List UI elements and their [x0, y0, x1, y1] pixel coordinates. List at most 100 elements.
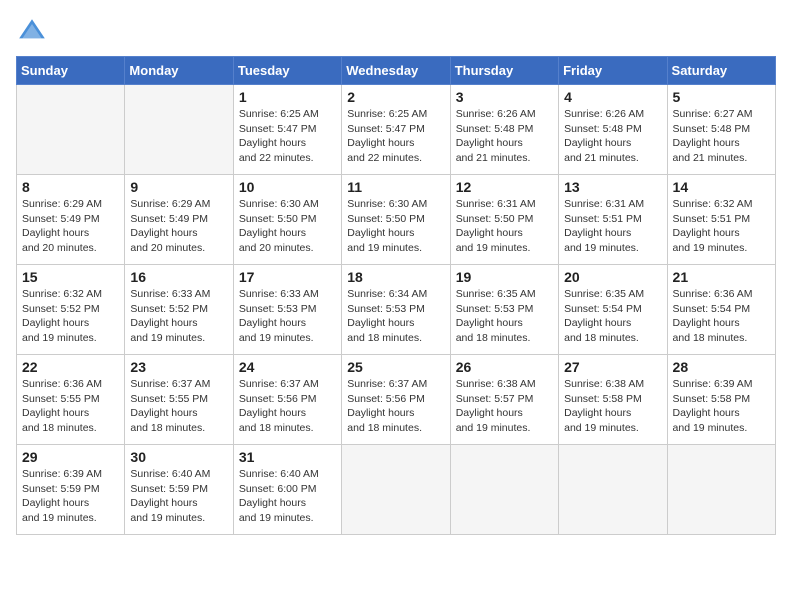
day-info: Sunrise: 6:29 AM Sunset: 5:49 PM Dayligh… [130, 197, 227, 256]
day-number: 11 [347, 179, 444, 195]
dow-header: Monday [125, 57, 233, 85]
calendar-body: 1 Sunrise: 6:25 AM Sunset: 5:47 PM Dayli… [17, 85, 776, 535]
day-number: 12 [456, 179, 553, 195]
day-number: 17 [239, 269, 336, 285]
calendar-cell: 20 Sunrise: 6:35 AM Sunset: 5:54 PM Dayl… [559, 265, 667, 355]
day-number: 21 [673, 269, 770, 285]
calendar-cell: 3 Sunrise: 6:26 AM Sunset: 5:48 PM Dayli… [450, 85, 558, 175]
calendar-cell: 18 Sunrise: 6:34 AM Sunset: 5:53 PM Dayl… [342, 265, 450, 355]
day-number: 31 [239, 449, 336, 465]
day-info: Sunrise: 6:35 AM Sunset: 5:53 PM Dayligh… [456, 287, 553, 346]
calendar-cell [667, 445, 775, 535]
calendar-cell: 29 Sunrise: 6:39 AM Sunset: 5:59 PM Dayl… [17, 445, 125, 535]
calendar-cell: 5 Sunrise: 6:27 AM Sunset: 5:48 PM Dayli… [667, 85, 775, 175]
day-number: 26 [456, 359, 553, 375]
calendar-cell: 13 Sunrise: 6:31 AM Sunset: 5:51 PM Dayl… [559, 175, 667, 265]
day-info: Sunrise: 6:26 AM Sunset: 5:48 PM Dayligh… [564, 107, 661, 166]
day-info: Sunrise: 6:30 AM Sunset: 5:50 PM Dayligh… [347, 197, 444, 256]
calendar-cell: 8 Sunrise: 6:29 AM Sunset: 5:49 PM Dayli… [17, 175, 125, 265]
day-number: 1 [239, 89, 336, 105]
day-info: Sunrise: 6:30 AM Sunset: 5:50 PM Dayligh… [239, 197, 336, 256]
dow-header: Saturday [667, 57, 775, 85]
day-info: Sunrise: 6:39 AM Sunset: 5:58 PM Dayligh… [673, 377, 770, 436]
calendar-cell: 15 Sunrise: 6:32 AM Sunset: 5:52 PM Dayl… [17, 265, 125, 355]
calendar-cell: 2 Sunrise: 6:25 AM Sunset: 5:47 PM Dayli… [342, 85, 450, 175]
day-number: 20 [564, 269, 661, 285]
day-info: Sunrise: 6:34 AM Sunset: 5:53 PM Dayligh… [347, 287, 444, 346]
calendar-table: SundayMondayTuesdayWednesdayThursdayFrid… [16, 56, 776, 535]
day-info: Sunrise: 6:38 AM Sunset: 5:58 PM Dayligh… [564, 377, 661, 436]
days-of-week-row: SundayMondayTuesdayWednesdayThursdayFrid… [17, 57, 776, 85]
day-number: 14 [673, 179, 770, 195]
day-number: 2 [347, 89, 444, 105]
day-number: 13 [564, 179, 661, 195]
day-info: Sunrise: 6:36 AM Sunset: 5:54 PM Dayligh… [673, 287, 770, 346]
day-info: Sunrise: 6:25 AM Sunset: 5:47 PM Dayligh… [347, 107, 444, 166]
day-number: 24 [239, 359, 336, 375]
logo-icon [16, 16, 48, 48]
calendar-cell: 31 Sunrise: 6:40 AM Sunset: 6:00 PM Dayl… [233, 445, 341, 535]
dow-header: Friday [559, 57, 667, 85]
day-info: Sunrise: 6:36 AM Sunset: 5:55 PM Dayligh… [22, 377, 119, 436]
day-number: 15 [22, 269, 119, 285]
calendar-cell: 23 Sunrise: 6:37 AM Sunset: 5:55 PM Dayl… [125, 355, 233, 445]
calendar-cell [450, 445, 558, 535]
dow-header: Sunday [17, 57, 125, 85]
day-number: 28 [673, 359, 770, 375]
calendar-week-row: 15 Sunrise: 6:32 AM Sunset: 5:52 PM Dayl… [17, 265, 776, 355]
calendar-cell [342, 445, 450, 535]
dow-header: Tuesday [233, 57, 341, 85]
calendar-cell: 17 Sunrise: 6:33 AM Sunset: 5:53 PM Dayl… [233, 265, 341, 355]
day-number: 19 [456, 269, 553, 285]
day-info: Sunrise: 6:25 AM Sunset: 5:47 PM Dayligh… [239, 107, 336, 166]
day-info: Sunrise: 6:33 AM Sunset: 5:53 PM Dayligh… [239, 287, 336, 346]
day-info: Sunrise: 6:39 AM Sunset: 5:59 PM Dayligh… [22, 467, 119, 526]
day-info: Sunrise: 6:27 AM Sunset: 5:48 PM Dayligh… [673, 107, 770, 166]
day-info: Sunrise: 6:29 AM Sunset: 5:49 PM Dayligh… [22, 197, 119, 256]
logo [16, 16, 52, 48]
calendar-cell: 27 Sunrise: 6:38 AM Sunset: 5:58 PM Dayl… [559, 355, 667, 445]
day-info: Sunrise: 6:40 AM Sunset: 5:59 PM Dayligh… [130, 467, 227, 526]
calendar-week-row: 22 Sunrise: 6:36 AM Sunset: 5:55 PM Dayl… [17, 355, 776, 445]
day-number: 10 [239, 179, 336, 195]
day-number: 4 [564, 89, 661, 105]
day-number: 29 [22, 449, 119, 465]
day-info: Sunrise: 6:37 AM Sunset: 5:56 PM Dayligh… [239, 377, 336, 436]
dow-header: Thursday [450, 57, 558, 85]
day-number: 8 [22, 179, 119, 195]
calendar-week-row: 29 Sunrise: 6:39 AM Sunset: 5:59 PM Dayl… [17, 445, 776, 535]
calendar-cell: 16 Sunrise: 6:33 AM Sunset: 5:52 PM Dayl… [125, 265, 233, 355]
day-info: Sunrise: 6:32 AM Sunset: 5:52 PM Dayligh… [22, 287, 119, 346]
calendar-cell: 22 Sunrise: 6:36 AM Sunset: 5:55 PM Dayl… [17, 355, 125, 445]
day-number: 9 [130, 179, 227, 195]
calendar-cell: 26 Sunrise: 6:38 AM Sunset: 5:57 PM Dayl… [450, 355, 558, 445]
page-header [16, 16, 776, 48]
calendar-cell: 24 Sunrise: 6:37 AM Sunset: 5:56 PM Dayl… [233, 355, 341, 445]
day-info: Sunrise: 6:26 AM Sunset: 5:48 PM Dayligh… [456, 107, 553, 166]
day-number: 5 [673, 89, 770, 105]
day-info: Sunrise: 6:38 AM Sunset: 5:57 PM Dayligh… [456, 377, 553, 436]
day-number: 3 [456, 89, 553, 105]
calendar-cell: 19 Sunrise: 6:35 AM Sunset: 5:53 PM Dayl… [450, 265, 558, 355]
calendar-cell: 30 Sunrise: 6:40 AM Sunset: 5:59 PM Dayl… [125, 445, 233, 535]
calendar-week-row: 8 Sunrise: 6:29 AM Sunset: 5:49 PM Dayli… [17, 175, 776, 265]
day-info: Sunrise: 6:35 AM Sunset: 5:54 PM Dayligh… [564, 287, 661, 346]
day-number: 18 [347, 269, 444, 285]
calendar-cell: 9 Sunrise: 6:29 AM Sunset: 5:49 PM Dayli… [125, 175, 233, 265]
day-info: Sunrise: 6:31 AM Sunset: 5:51 PM Dayligh… [564, 197, 661, 256]
calendar-cell: 11 Sunrise: 6:30 AM Sunset: 5:50 PM Dayl… [342, 175, 450, 265]
calendar-cell: 21 Sunrise: 6:36 AM Sunset: 5:54 PM Dayl… [667, 265, 775, 355]
day-number: 27 [564, 359, 661, 375]
dow-header: Wednesday [342, 57, 450, 85]
day-number: 25 [347, 359, 444, 375]
day-number: 16 [130, 269, 227, 285]
day-info: Sunrise: 6:40 AM Sunset: 6:00 PM Dayligh… [239, 467, 336, 526]
calendar-cell [559, 445, 667, 535]
day-info: Sunrise: 6:37 AM Sunset: 5:55 PM Dayligh… [130, 377, 227, 436]
calendar-cell [125, 85, 233, 175]
day-info: Sunrise: 6:32 AM Sunset: 5:51 PM Dayligh… [673, 197, 770, 256]
day-number: 23 [130, 359, 227, 375]
calendar-cell: 28 Sunrise: 6:39 AM Sunset: 5:58 PM Dayl… [667, 355, 775, 445]
calendar-cell [17, 85, 125, 175]
calendar-cell: 25 Sunrise: 6:37 AM Sunset: 5:56 PM Dayl… [342, 355, 450, 445]
